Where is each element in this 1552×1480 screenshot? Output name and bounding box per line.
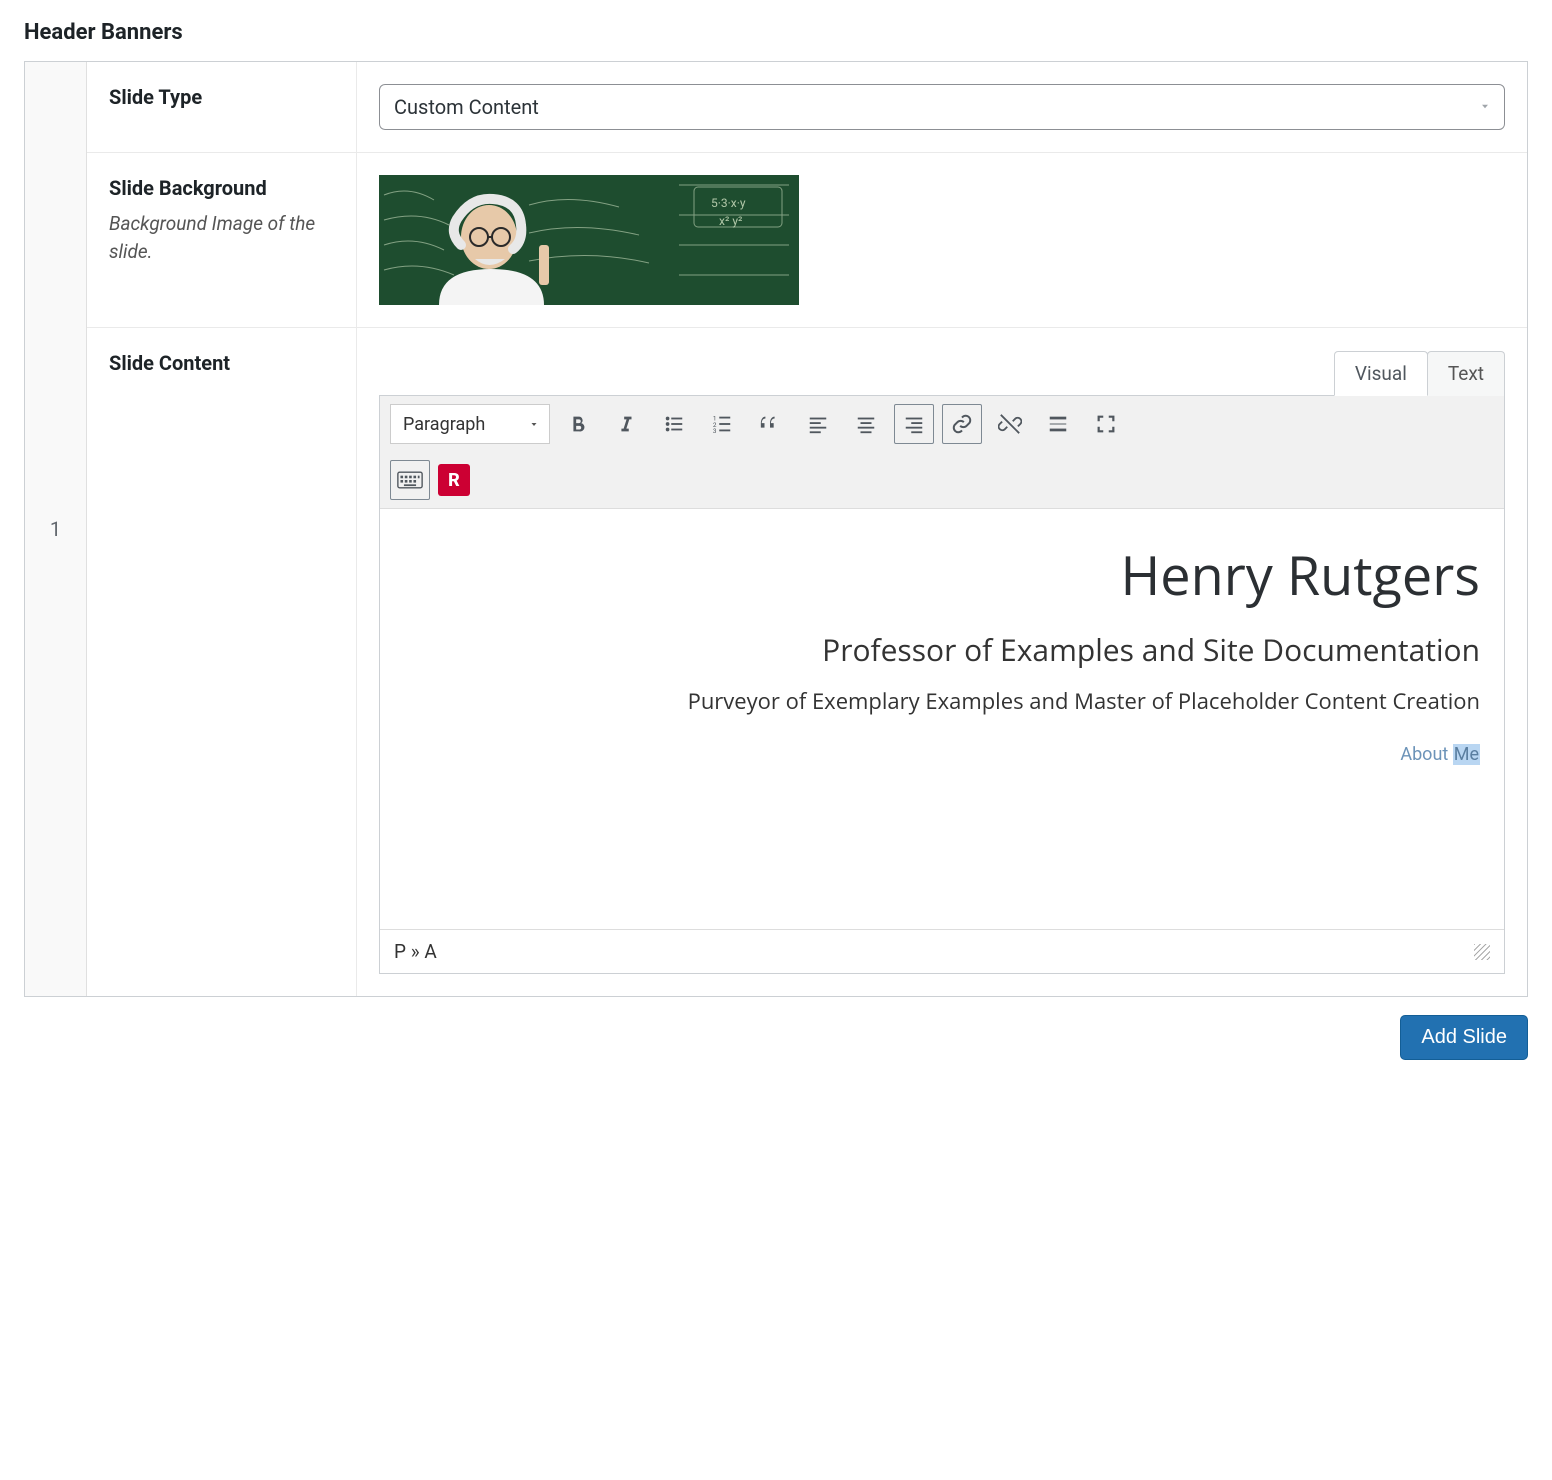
label-title: Slide Content — [109, 350, 334, 377]
tab-visual[interactable]: Visual — [1334, 351, 1428, 396]
element-path[interactable]: P » A — [394, 940, 437, 963]
field-label: Slide Type — [87, 62, 357, 152]
editor-body[interactable]: Henry Rutgers Professor of Examples and … — [380, 509, 1504, 929]
content-tagline: Purveyor of Exemplary Examples and Maste… — [404, 686, 1480, 716]
blockquote-icon[interactable] — [750, 404, 790, 444]
chevron-down-icon — [529, 414, 539, 435]
italic-icon[interactable] — [606, 404, 646, 444]
editor-tabs: Visual Text — [379, 350, 1505, 395]
text-selection: Me — [1453, 744, 1480, 765]
field-body: 5·3·x·y x² y² — [357, 153, 1527, 327]
content-heading: Henry Rutgers — [404, 537, 1480, 611]
slide-type-select[interactable]: Custom Content — [379, 84, 1505, 130]
keyboard-icon[interactable] — [390, 460, 430, 500]
editor-statusbar: P » A — [380, 929, 1504, 973]
label-title: Slide Background — [109, 175, 334, 202]
format-selected-label: Paragraph — [403, 414, 485, 435]
tab-text[interactable]: Text — [1427, 351, 1505, 396]
bulleted-list-icon[interactable] — [654, 404, 694, 444]
rutgers-icon[interactable]: R — [438, 464, 470, 496]
link-text: About — [1400, 744, 1452, 765]
format-select[interactable]: Paragraph — [390, 404, 550, 444]
field-label: Slide Content — [87, 328, 357, 996]
unlink-icon[interactable] — [990, 404, 1030, 444]
content-link[interactable]: About Me — [1400, 744, 1480, 765]
slide-number: 1 — [25, 62, 87, 996]
bold-icon[interactable] — [558, 404, 598, 444]
link-icon[interactable] — [942, 404, 982, 444]
footer-actions: Add Slide — [24, 1015, 1528, 1060]
fullscreen-icon[interactable] — [1086, 404, 1126, 444]
align-center-icon[interactable] — [846, 404, 886, 444]
label-title: Slide Type — [109, 84, 334, 111]
label-description: Background Image of the slide. — [109, 210, 334, 265]
field-slide-type: Slide Type Custom Content — [87, 62, 1527, 153]
section-title: Header Banners — [24, 20, 1528, 45]
editor-toolbar: Paragraph — [380, 396, 1504, 509]
content-subheading: Professor of Examples and Site Documenta… — [404, 629, 1480, 670]
svg-text:5·3·x·y: 5·3·x·y — [711, 196, 746, 210]
align-left-icon[interactable] — [798, 404, 838, 444]
read-more-icon[interactable] — [1038, 404, 1078, 444]
slide-fields: Slide Type Custom Content Slide Backgrou… — [87, 62, 1527, 996]
field-body: Visual Text Paragraph — [357, 328, 1527, 996]
resize-handle[interactable] — [1474, 944, 1490, 960]
add-slide-button[interactable]: Add Slide — [1400, 1015, 1528, 1060]
svg-text:3: 3 — [713, 427, 717, 435]
background-image-thumbnail[interactable]: 5·3·x·y x² y² — [379, 175, 799, 305]
field-slide-content: Slide Content Visual Text Paragraph — [87, 328, 1527, 996]
numbered-list-icon[interactable]: 123 — [702, 404, 742, 444]
align-right-icon[interactable] — [894, 404, 934, 444]
slides-panel: 1 Slide Type Custom Content — [24, 61, 1528, 997]
slide-row: 1 Slide Type Custom Content — [25, 62, 1527, 996]
field-label: Slide Background Background Image of the… — [87, 153, 357, 327]
svg-text:x² y²: x² y² — [719, 214, 742, 228]
field-body: Custom Content — [357, 62, 1527, 152]
field-slide-background: Slide Background Background Image of the… — [87, 153, 1527, 328]
slide-type-select-wrap: Custom Content — [379, 84, 1505, 130]
editor-shell: Paragraph — [379, 395, 1505, 974]
